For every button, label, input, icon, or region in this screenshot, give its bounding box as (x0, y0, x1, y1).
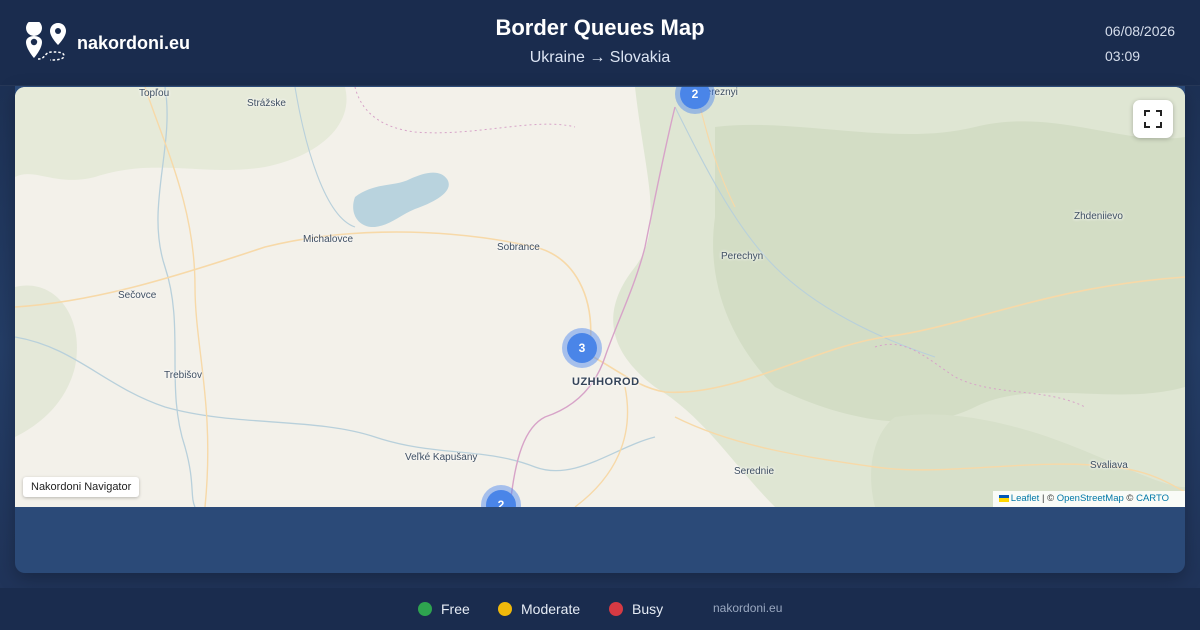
date-display: 06/08/2026 (1105, 23, 1176, 39)
place-label: Serednie (734, 466, 775, 477)
place-label: Strážske (247, 98, 286, 109)
place-label: Sečovce (118, 290, 157, 301)
place-label-city: UZHHOROD (572, 376, 640, 388)
place-label: Sobrance (497, 242, 540, 253)
footer-site-link[interactable]: nakordoni.eu (713, 601, 782, 615)
fullscreen-button[interactable] (1133, 100, 1173, 138)
osm-link[interactable]: OpenStreetMap (1057, 493, 1124, 504)
route-subtitle: Ukraine → Slovakia (529, 49, 671, 66)
cluster-count: 2 (486, 490, 516, 507)
place-label: Topľou (139, 88, 170, 99)
attribution-separator: © (1123, 493, 1137, 504)
map-base-layer (15, 87, 1185, 507)
place-label: Svaliava (1090, 460, 1128, 471)
status-dot-icon (418, 602, 432, 616)
status-dot-icon (609, 602, 623, 616)
map-cluster-marker[interactable]: 3 (562, 328, 602, 368)
footer-legend: Free Moderate Busy nakordoni.eu (0, 588, 1200, 630)
legend-item-busy: Busy (609, 601, 663, 617)
fullscreen-icon (1144, 110, 1162, 128)
page-title: Border Queues Map (495, 15, 705, 40)
place-label: Perechyn (721, 251, 764, 262)
legend-item-moderate: Moderate (498, 601, 580, 617)
cluster-count: 3 (567, 333, 597, 363)
place-label: Michalovce (303, 234, 354, 245)
cluster-count: 2 (680, 87, 710, 109)
time-display: 03:09 (1105, 48, 1141, 64)
legend-label: Free (441, 601, 470, 617)
carto-link[interactable]: CARTO (1136, 493, 1169, 504)
legend-label: Busy (632, 601, 664, 617)
place-label: Trebišov (164, 370, 202, 381)
leaflet-link[interactable]: Leaflet (1011, 493, 1040, 504)
attribution-separator: | © (1039, 493, 1057, 504)
ukraine-flag-icon (998, 494, 1009, 502)
header: nakordoni.eu Border Queues Map Ukraine →… (0, 0, 1200, 86)
place-label: Veľké Kapušany (405, 452, 478, 463)
map-view[interactable]: Topľou Strážske Michalovce Sobrance Sečo… (15, 87, 1185, 507)
map-attribution: Leaflet | © OpenStreetMap © CARTO (992, 491, 1185, 507)
place-label: Zhdeniievo (1074, 211, 1123, 222)
status-dot-icon (498, 602, 512, 616)
legend-label: Moderate (521, 601, 581, 617)
legend-item-free: Free (418, 601, 470, 617)
navigator-label: Nakordoni Navigator (23, 477, 140, 497)
